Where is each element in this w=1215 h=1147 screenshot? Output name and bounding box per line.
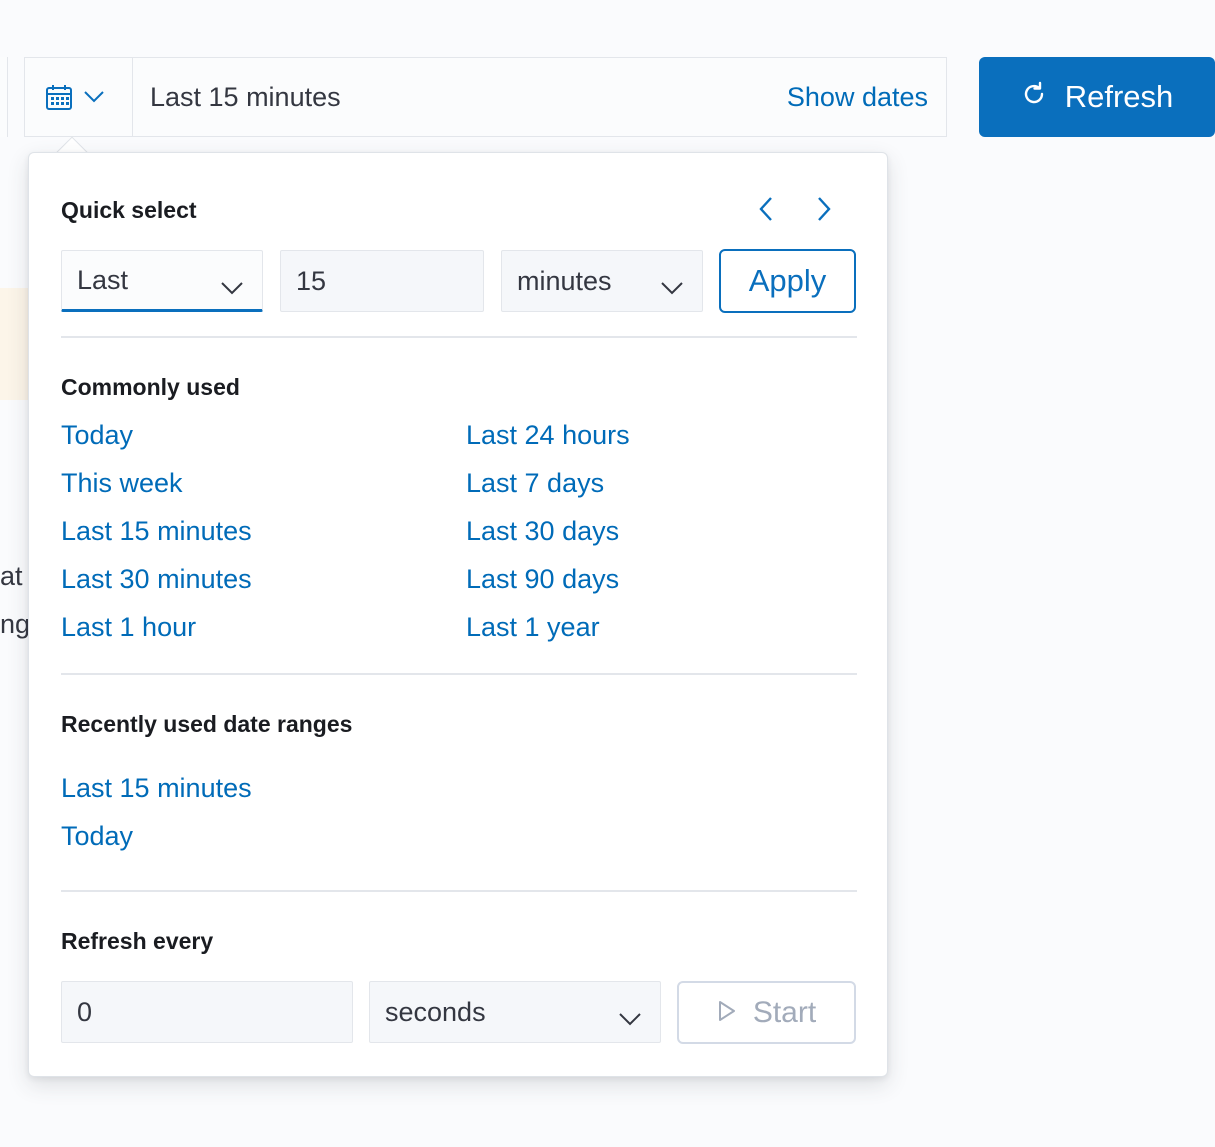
background-callout xyxy=(0,288,30,400)
refresh-every-title: Refresh every xyxy=(61,928,214,954)
quick-menu-toggle[interactable] xyxy=(25,58,133,136)
refresh-unit-value: seconds xyxy=(385,996,486,1027)
background-field-edge xyxy=(0,57,8,137)
page: at ng Last 15 minutes Show dates Refresh… xyxy=(0,0,1215,1147)
chevron-right-icon[interactable] xyxy=(815,195,833,228)
recent-range-item[interactable]: Last 15 minutes xyxy=(61,773,252,804)
commonly-used-last-7-days[interactable]: Last 7 days xyxy=(466,468,604,499)
chevron-down-icon xyxy=(660,271,684,302)
commonly-used-last-1-hour[interactable]: Last 1 hour xyxy=(61,612,196,643)
background-text-fragment: at xyxy=(0,561,23,591)
refresh-interval-value: 0 xyxy=(77,996,93,1027)
commonly-used-last-90-days[interactable]: Last 90 days xyxy=(466,564,619,595)
section-divider xyxy=(61,673,857,675)
range-step-arrows xyxy=(757,195,833,228)
quick-select-popover: Quick select Last 15 minutes Apply Commo… xyxy=(28,152,888,1077)
show-dates-link[interactable]: Show dates xyxy=(787,82,946,113)
start-button[interactable]: Start xyxy=(677,981,856,1044)
play-icon xyxy=(717,996,737,1030)
unit-select[interactable]: minutes xyxy=(501,250,703,312)
calendar-icon xyxy=(45,83,73,111)
commonly-used-last-1-year[interactable]: Last 1 year xyxy=(466,612,600,643)
start-button-label: Start xyxy=(752,995,817,1029)
section-divider xyxy=(61,336,857,338)
refresh-button-label: Refresh xyxy=(1064,79,1174,114)
chevron-down-icon xyxy=(618,1002,642,1033)
chevron-down-icon xyxy=(83,90,105,104)
section-divider xyxy=(61,890,857,892)
chevron-down-icon xyxy=(220,271,244,302)
commonly-used-this-week[interactable]: This week xyxy=(61,468,183,499)
commonly-used-today[interactable]: Today xyxy=(61,420,133,451)
direction-select-value: Last xyxy=(77,264,129,295)
date-picker-bar: Last 15 minutes Show dates xyxy=(24,57,947,137)
background-text-fragment: ng xyxy=(0,609,28,639)
chevron-left-icon[interactable] xyxy=(757,195,775,228)
apply-button[interactable]: Apply xyxy=(719,249,856,313)
amount-input[interactable]: 15 xyxy=(280,250,484,312)
selected-range-label[interactable]: Last 15 minutes xyxy=(133,82,787,113)
commonly-used-last-15-minutes[interactable]: Last 15 minutes xyxy=(61,516,252,547)
amount-input-value: 15 xyxy=(296,265,327,296)
refresh-interval-input[interactable]: 0 xyxy=(61,981,353,1043)
recently-used-title: Recently used date ranges xyxy=(61,711,353,737)
commonly-used-last-30-days[interactable]: Last 30 days xyxy=(466,516,619,547)
unit-select-value: minutes xyxy=(517,265,612,296)
refresh-icon xyxy=(1021,79,1047,115)
commonly-used-last-30-minutes[interactable]: Last 30 minutes xyxy=(61,564,252,595)
commonly-used-last-24-hours[interactable]: Last 24 hours xyxy=(466,420,630,451)
direction-select[interactable]: Last xyxy=(61,250,263,312)
refresh-button[interactable]: Refresh xyxy=(979,57,1215,137)
quick-select-title: Quick select xyxy=(61,197,197,223)
commonly-used-title: Commonly used xyxy=(61,374,240,400)
refresh-unit-select[interactable]: seconds xyxy=(369,981,661,1043)
recent-range-item[interactable]: Today xyxy=(61,821,133,852)
